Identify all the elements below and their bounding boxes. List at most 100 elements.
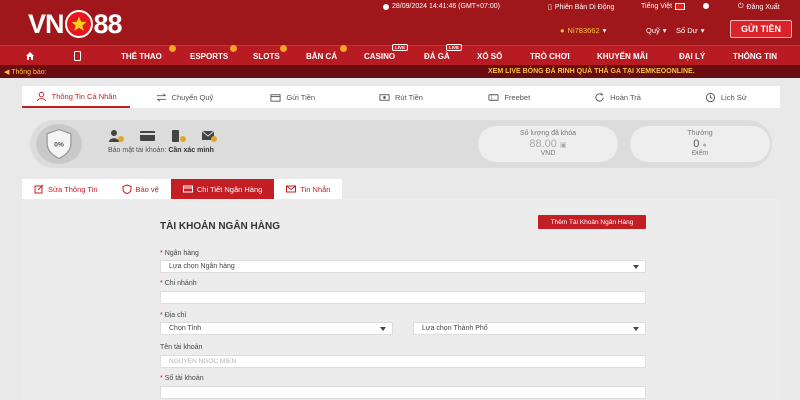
nav-agent[interactable]: ĐẠI LÝ bbox=[679, 46, 705, 66]
tab-edit-info[interactable]: Sửa Thông Tin bbox=[22, 179, 110, 199]
form-title: TÀI KHOẢN NGÂN HÀNG bbox=[160, 221, 280, 232]
theme-toggle-icon[interactable] bbox=[703, 3, 709, 9]
nav-lottery[interactable]: XỔ SỐ bbox=[477, 46, 502, 66]
fund-dropdown[interactable]: Quỹ ▾ bbox=[646, 26, 667, 35]
history-icon bbox=[705, 92, 715, 102]
nav-mobile[interactable] bbox=[74, 46, 81, 66]
address-label: * Địa chỉ bbox=[160, 312, 187, 319]
balance-dropdown[interactable]: Số Dư ▾ bbox=[676, 26, 704, 35]
tab-bank-details[interactable]: Chi Tiết Ngân Hàng bbox=[170, 179, 275, 199]
tab-messages[interactable]: Tin Nhắn bbox=[274, 179, 343, 199]
ticket-icon bbox=[488, 93, 499, 101]
tab-rebate[interactable]: Hoàn Trả bbox=[563, 86, 671, 108]
city-select[interactable]: Lựa chọn Thành Phố bbox=[413, 322, 646, 335]
clock-icon bbox=[383, 3, 389, 10]
credit-card-icon bbox=[182, 185, 193, 193]
bank-account-form: TÀI KHOẢN NGÂN HÀNG Thêm Tài Khoản Ngân … bbox=[22, 199, 780, 400]
logo[interactable]: VN 88 bbox=[28, 9, 123, 39]
chevron-down-icon bbox=[633, 265, 639, 269]
datetime: 28/09/2024 14:41:46 (GMT+07:00) bbox=[383, 3, 500, 10]
username[interactable]: ● Ni783662 ▾ bbox=[560, 26, 606, 35]
profile-subtabs: Sửa Thông Tin Bảo vệ Chi Tiết Ngân Hàng … bbox=[22, 179, 343, 199]
locked-amount: Số lượng đã khóa 88.00 ▣ VND bbox=[478, 126, 618, 162]
tab-withdraw[interactable]: Rút Tiền bbox=[347, 86, 455, 108]
province-select[interactable]: Chọn Tỉnh bbox=[160, 322, 393, 335]
nav-esports[interactable]: ESPORTS bbox=[190, 45, 237, 66]
nav-fishing[interactable]: BẮN CÁ bbox=[306, 45, 347, 66]
main-nav: THỂ THAO ESPORTS SLOTS BẮN CÁ CASINO LIVE… bbox=[0, 44, 800, 66]
account-number-label: * Số tài khoản bbox=[160, 375, 204, 382]
chevron-down-icon: ▾ bbox=[662, 26, 667, 35]
notice-bar: ◀ Thông báo: XEM LIVE BÓNG ĐÁ RINH QUÀ T… bbox=[0, 65, 800, 78]
logo-text-left: VN bbox=[28, 9, 65, 39]
security-shield: 0% bbox=[36, 124, 82, 164]
security-status: Bảo mật tài khoản: Cần xác minh bbox=[108, 147, 214, 154]
transfer-icon bbox=[156, 93, 166, 101]
account-tabs: Thông Tin Cá Nhân Chuyển Quỹ Gửi Tiền Rú… bbox=[22, 86, 780, 108]
tab-protection[interactable]: Bảo vệ bbox=[109, 179, 171, 199]
security-icons bbox=[108, 129, 218, 143]
refresh-icon bbox=[595, 92, 604, 102]
user-coin-icon[interactable] bbox=[108, 129, 125, 143]
account-holder-label: Tên tài khoản bbox=[160, 344, 203, 351]
chevron-down-icon bbox=[380, 327, 386, 331]
credit-card-icon[interactable] bbox=[139, 129, 156, 143]
mobile-version-link[interactable]: ▯ Phiên Bản Di Động bbox=[548, 3, 614, 12]
chevron-down-icon bbox=[633, 327, 639, 331]
logo-text-right: 88 bbox=[93, 9, 123, 39]
security-percent: 0% bbox=[54, 142, 64, 149]
star-icon bbox=[64, 10, 93, 38]
nav-promotions[interactable]: KHUYẾN MÃI bbox=[597, 46, 648, 66]
nav-sports[interactable]: THỂ THAO bbox=[121, 45, 176, 66]
deposit-button[interactable]: GỬI TIỀN bbox=[730, 20, 792, 38]
branch-input[interactable] bbox=[160, 291, 646, 304]
lock-icon: ▣ bbox=[559, 142, 567, 149]
notice-message[interactable]: XEM LIVE BÓNG ĐÁ RINH QUÀ THẢ GA TẠI XEM… bbox=[488, 68, 695, 75]
envelope-icon bbox=[286, 185, 297, 193]
hot-badge-icon bbox=[169, 45, 176, 52]
nav-slots[interactable]: SLOTS bbox=[253, 45, 287, 66]
shield-icon bbox=[122, 184, 131, 194]
nav-info[interactable]: THÔNG TIN bbox=[733, 46, 777, 66]
language-select[interactable]: Tiếng Việt bbox=[641, 3, 686, 10]
phone-icon bbox=[74, 51, 81, 61]
phone-icon: ▯ bbox=[548, 4, 552, 11]
megaphone-icon: ◀ bbox=[4, 68, 10, 76]
bank-label: * Ngân hàng bbox=[160, 250, 199, 257]
nav-cockfight[interactable]: ĐÁ GÀ LIVE bbox=[424, 44, 463, 66]
user-icon: ● bbox=[560, 26, 565, 35]
tab-transfer[interactable]: Chuyển Quỹ bbox=[130, 86, 238, 108]
chevron-down-icon: ▾ bbox=[700, 26, 705, 35]
tab-personal-info[interactable]: Thông Tin Cá Nhân bbox=[22, 86, 131, 108]
coin-icon: ● bbox=[702, 142, 707, 149]
home-icon bbox=[26, 52, 34, 60]
nav-home[interactable] bbox=[25, 46, 35, 66]
hot-badge-icon bbox=[280, 45, 287, 52]
reward-points: Thưởng 0 ● Điểm bbox=[630, 126, 770, 162]
nav-games[interactable]: TRÒ CHƠI bbox=[530, 46, 570, 66]
email-coin-icon[interactable] bbox=[201, 129, 218, 143]
cash-icon bbox=[379, 93, 390, 101]
phone-coin-icon[interactable] bbox=[170, 129, 187, 143]
chevron-down-icon: ▾ bbox=[602, 26, 607, 35]
bank-select[interactable]: Lựa chọn Ngân hàng bbox=[160, 260, 646, 273]
hot-badge-icon bbox=[230, 45, 237, 52]
shield-icon: 0% bbox=[46, 128, 72, 160]
edit-icon bbox=[34, 184, 44, 194]
tab-history[interactable]: Lịch Sử bbox=[672, 86, 780, 108]
tab-deposit[interactable]: Gửi Tiền bbox=[239, 86, 347, 108]
logout-link[interactable]: ⏻ Đăng Xuất bbox=[738, 3, 780, 11]
user-icon bbox=[36, 91, 46, 101]
branch-label: * Chi nhánh bbox=[160, 280, 197, 287]
live-badge: LIVE bbox=[446, 44, 463, 51]
tab-freebet[interactable]: Freebet bbox=[455, 86, 563, 108]
security-card: 0% Bảo mật tài khoản: Cần xác minh Số lư… bbox=[30, 120, 772, 168]
vietnam-flag-icon bbox=[675, 3, 686, 10]
nav-casino[interactable]: CASINO LIVE bbox=[364, 44, 409, 66]
add-bank-account-button[interactable]: Thêm Tài Khoản Ngân Hàng bbox=[538, 215, 646, 229]
account-holder-input[interactable]: NGUYEN NGOC MIEN bbox=[160, 355, 646, 368]
logout-icon: ⏻ bbox=[738, 3, 744, 10]
wallet-icon bbox=[270, 93, 281, 102]
top-bar: VN 88 28/09/2024 14:41:46 (GMT+07:00) ▯ … bbox=[0, 0, 800, 45]
account-number-input[interactable] bbox=[160, 386, 646, 399]
